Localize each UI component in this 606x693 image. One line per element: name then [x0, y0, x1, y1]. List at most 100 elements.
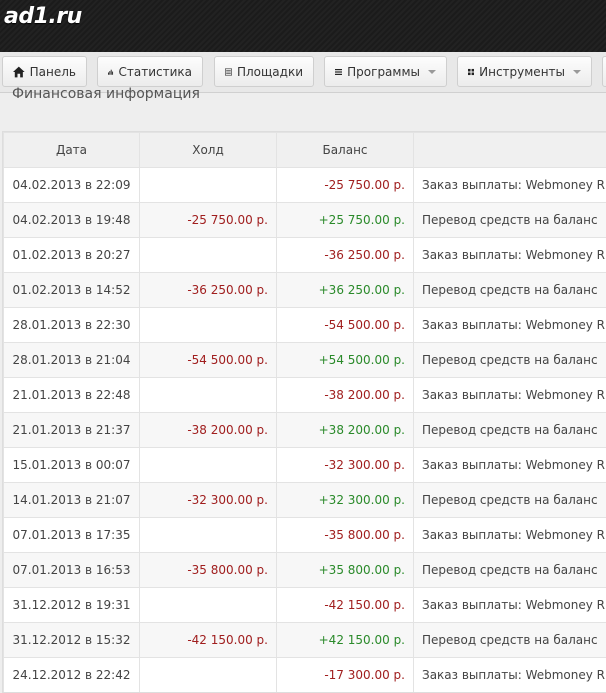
table-cell-hold: [140, 448, 277, 483]
section-title: Финансовая информация: [12, 86, 200, 102]
table-cell-description: Заказ выплаты: Webmoney R148: [414, 588, 606, 623]
table-cell-hold: [140, 588, 277, 623]
table-cell-description: Перевод средств на баланс: [414, 623, 606, 658]
column-header-description: [414, 133, 606, 168]
nav-tools-label: Инструменты: [479, 65, 565, 79]
finance-table-container: Дата Холд Баланс 04.02.2013 в 22:09-25 7…: [2, 131, 606, 693]
table-cell-date: 07.01.2013 в 17:35: [4, 518, 140, 553]
table-cell-date: 04.02.2013 в 22:09: [4, 168, 140, 203]
table-row: 07.01.2013 в 16:53-35 800.00 р.+35 800.0…: [4, 553, 606, 588]
table-cell-hold: -38 200.00 р.: [140, 413, 277, 448]
table-cell-date: 14.01.2013 в 21:07: [4, 483, 140, 518]
chevron-down-icon: [428, 70, 436, 74]
nav-statistics-button[interactable]: Статистика: [97, 56, 203, 87]
table-cell-description: Заказ выплаты: Webmoney R148: [414, 238, 606, 273]
nav-panel-label: Панель: [30, 65, 76, 79]
column-header-date[interactable]: Дата: [4, 133, 140, 168]
table-cell-date: 01.02.2013 в 14:52: [4, 273, 140, 308]
table-cell-balance: -54 500.00 р.: [277, 308, 414, 343]
table-cell-hold: -35 800.00 р.: [140, 553, 277, 588]
table-cell-balance: -38 200.00 р.: [277, 378, 414, 413]
bar-chart-icon: [108, 66, 114, 78]
table-cell-hold: [140, 658, 277, 693]
table-cell-hold: -42 150.00 р.: [140, 623, 277, 658]
table-cell-balance: -36 250.00 р.: [277, 238, 414, 273]
table-row: 15.01.2013 в 00:07 -32 300.00 р.Заказ вып…: [4, 448, 606, 483]
table-cell-date: 28.01.2013 в 22:30: [4, 308, 140, 343]
table-cell-date: 07.01.2013 в 16:53: [4, 553, 140, 588]
table-row: 14.01.2013 в 21:07-32 300.00 р.+32 300.0…: [4, 483, 606, 518]
table-cell-description: Перевод средств на баланс: [414, 413, 606, 448]
table-cell-hold: [140, 168, 277, 203]
top-header: ad1.ru: [0, 0, 606, 52]
column-header-hold[interactable]: Холд: [140, 133, 277, 168]
table-row: 28.01.2013 в 22:30 -54 500.00 р.Заказ вып…: [4, 308, 606, 343]
table-cell-description: Перевод средств на баланс: [414, 343, 606, 378]
list-icon: [225, 66, 232, 78]
nav-programs-button[interactable]: Программы: [324, 56, 447, 87]
nav-statistics-label: Статистика: [119, 65, 193, 79]
table-cell-description: Заказ выплаты: Webmoney R148: [414, 448, 606, 483]
table-cell-balance: -35 800.00 р.: [277, 518, 414, 553]
table-cell-date: 21.01.2013 в 21:37: [4, 413, 140, 448]
table-cell-hold: [140, 378, 277, 413]
column-header-balance[interactable]: Баланс: [277, 133, 414, 168]
table-cell-hold: [140, 308, 277, 343]
finance-table: Дата Холд Баланс 04.02.2013 в 22:09-25 7…: [3, 132, 606, 693]
table-cell-hold: -32 300.00 р.: [140, 483, 277, 518]
table-cell-date: 28.01.2013 в 21:04: [4, 343, 140, 378]
table-cell-date: 31.12.2012 в 15:32: [4, 623, 140, 658]
table-cell-date: 31.12.2012 в 19:31: [4, 588, 140, 623]
table-cell-balance: +32 300.00 р.: [277, 483, 414, 518]
table-cell-balance: +54 500.00 р.: [277, 343, 414, 378]
table-cell-description: Заказ выплаты: Webmoney R148: [414, 168, 606, 203]
table-cell-description: Заказ выплаты: Webmoney R148: [414, 308, 606, 343]
table-cell-hold: -54 500.00 р.: [140, 343, 277, 378]
table-cell-description: Перевод средств на баланс: [414, 273, 606, 308]
table-cell-balance: +25 750.00 р.: [277, 203, 414, 238]
site-logo[interactable]: ad1.ru: [4, 4, 82, 29]
home-icon: [13, 66, 25, 78]
table-row: 01.02.2013 в 20:27 -36 250.00 р.Заказ вып…: [4, 238, 606, 273]
table-row: 24.12.2012 в 22:42 -17 300.00 р.Заказ вып…: [4, 658, 606, 693]
nav-more-button[interactable]: [602, 56, 606, 87]
table-cell-hold: [140, 518, 277, 553]
table-cell-hold: -36 250.00 р.: [140, 273, 277, 308]
table-row: 31.12.2012 в 15:32-42 150.00 р.+42 150.0…: [4, 623, 606, 658]
nav-platforms-label: Площадки: [237, 65, 303, 79]
table-body: 04.02.2013 в 22:09-25 750.00 р.Заказ вып…: [4, 168, 606, 693]
table-cell-date: 21.01.2013 в 22:48: [4, 378, 140, 413]
table-cell-description: Заказ выплаты: Webmoney R148: [414, 378, 606, 413]
table-cell-hold: -25 750.00 р.: [140, 203, 277, 238]
table-cell-balance: +35 800.00 р.: [277, 553, 414, 588]
table-cell-date: 04.02.2013 в 19:48: [4, 203, 140, 238]
table-cell-description: Перевод средств на баланс: [414, 553, 606, 588]
table-cell-date: 01.02.2013 в 20:27: [4, 238, 140, 273]
table-cell-balance: -32 300.00 р.: [277, 448, 414, 483]
table-cell-balance: +38 200.00 р.: [277, 413, 414, 448]
table-cell-date: 15.01.2013 в 00:07: [4, 448, 140, 483]
table-cell-date: 24.12.2012 в 22:42: [4, 658, 140, 693]
table-cell-balance: -17 300.00 р.: [277, 658, 414, 693]
table-cell-balance: +36 250.00 р.: [277, 273, 414, 308]
table-cell-hold: [140, 238, 277, 273]
chevron-down-icon: [573, 70, 581, 74]
table-row: 21.01.2013 в 21:37-38 200.00 р.+38 200.0…: [4, 413, 606, 448]
table-cell-balance: -25 750.00 р.: [277, 168, 414, 203]
table-row: 21.01.2013 в 22:48 -38 200.00 р.Заказ вып…: [4, 378, 606, 413]
table-cell-balance: -42 150.00 р.: [277, 588, 414, 623]
table-cell-description: Заказ выплаты: Webmoney R148: [414, 518, 606, 553]
table-row: 04.02.2013 в 22:09 -25 750.00 р.Заказ вып…: [4, 168, 606, 203]
nav-panel-button[interactable]: Панель: [2, 56, 87, 87]
table-row: 04.02.2013 в 19:48-25 750.00 р.+25 750.0…: [4, 203, 606, 238]
nav-tools-button[interactable]: Инструменты: [457, 56, 592, 87]
table-row: 01.02.2013 в 14:52-36 250.00 р.+36 250.0…: [4, 273, 606, 308]
grid-icon: [468, 66, 474, 78]
table-cell-description: Перевод средств на баланс: [414, 203, 606, 238]
nav-platforms-button[interactable]: Площадки: [214, 56, 314, 87]
nav-programs-label: Программы: [347, 65, 420, 79]
table-row: 28.01.2013 в 21:04-54 500.00 р.+54 500.0…: [4, 343, 606, 378]
table-cell-description: Заказ выплаты: Webmoney R148: [414, 658, 606, 693]
table-cell-description: Перевод средств на баланс: [414, 483, 606, 518]
table-cell-balance: +42 150.00 р.: [277, 623, 414, 658]
